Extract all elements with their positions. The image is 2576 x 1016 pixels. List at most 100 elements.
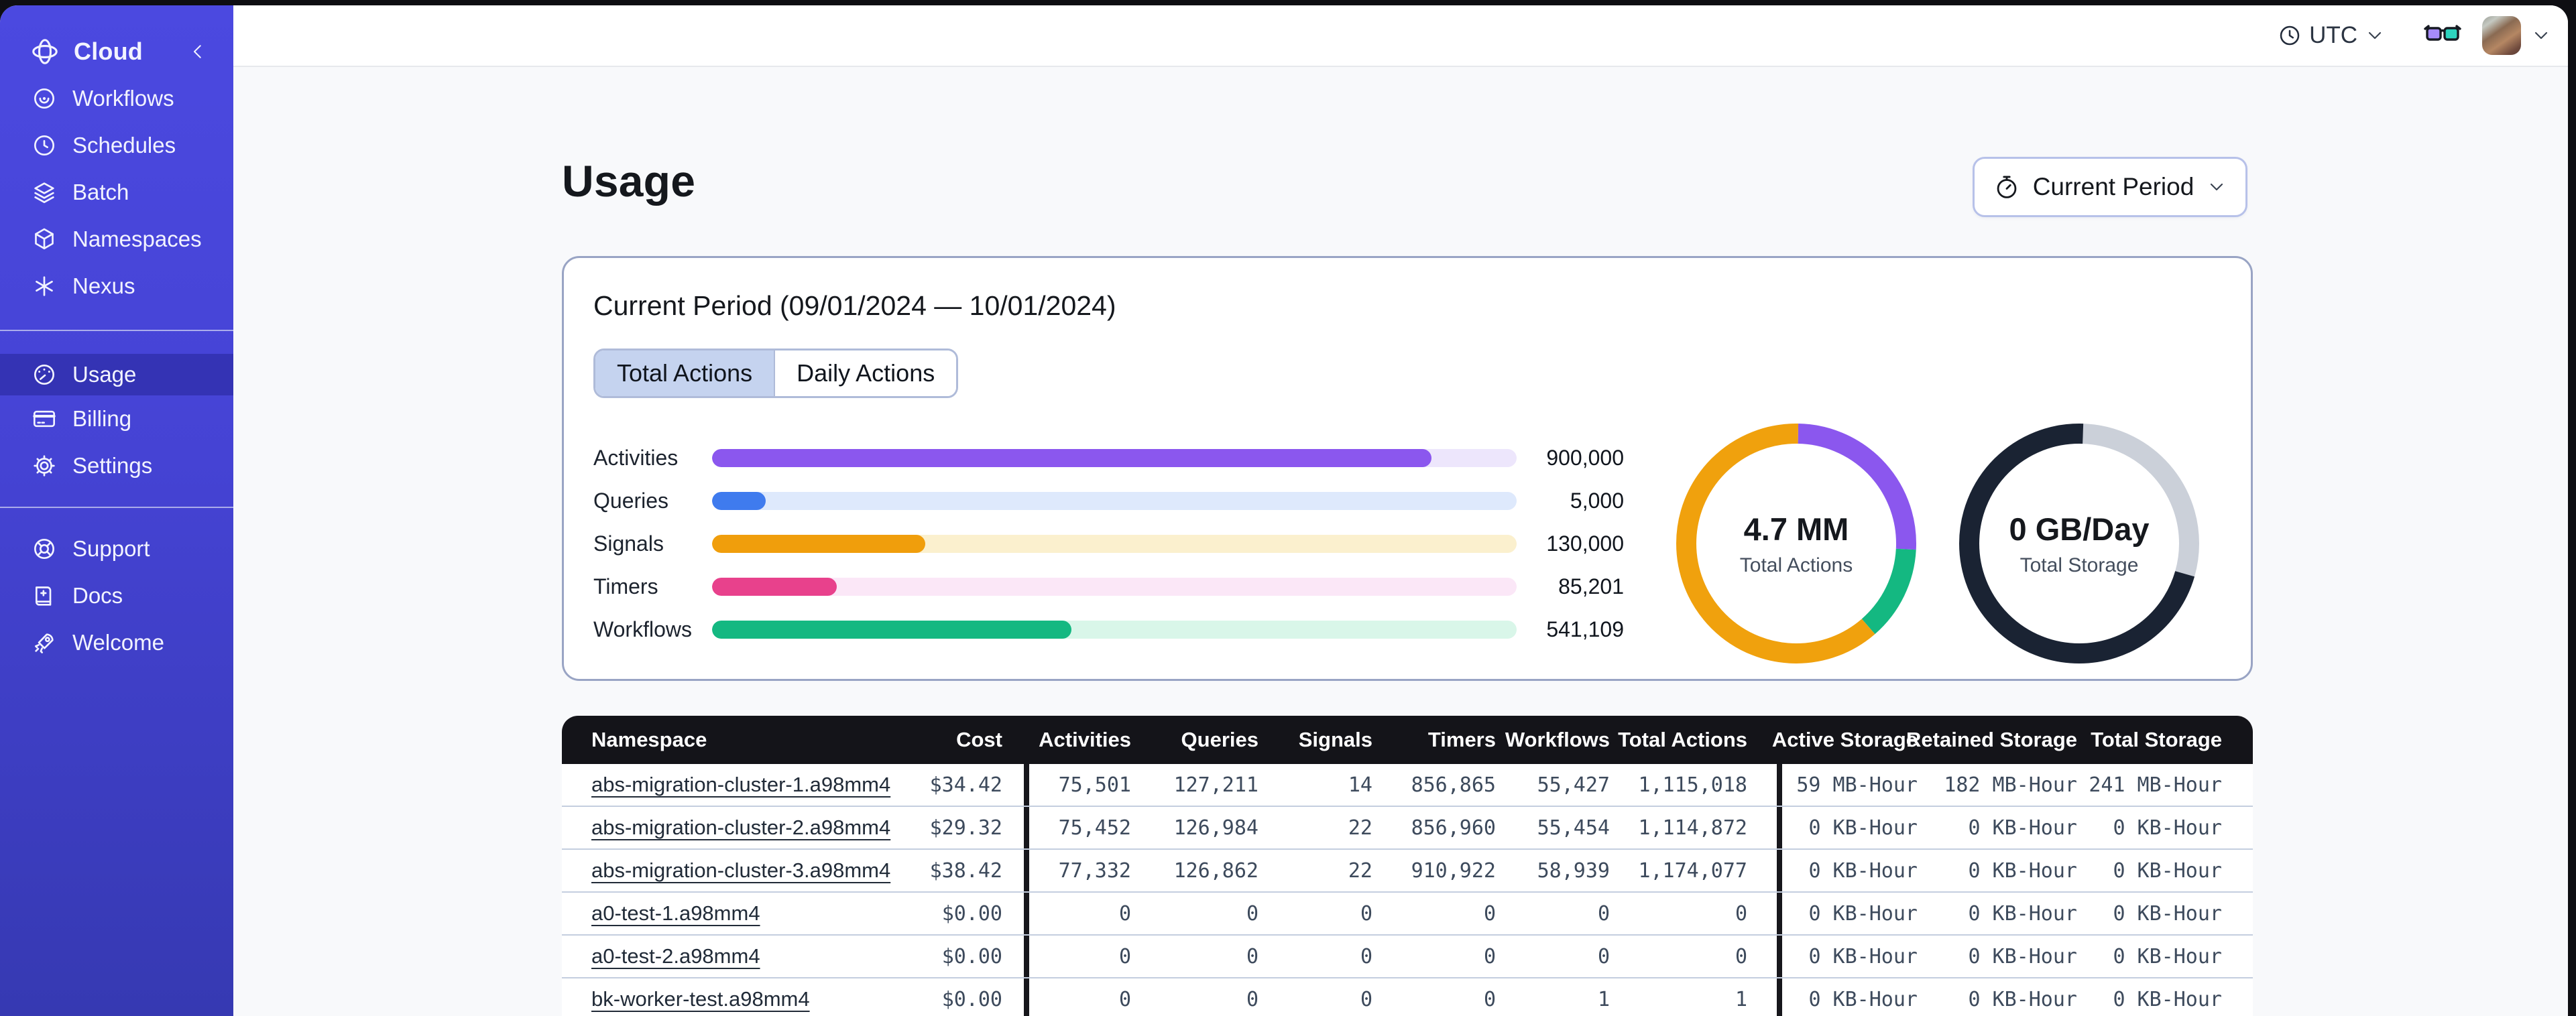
sidebar-item-namespaces[interactable]: Namespaces (0, 216, 233, 263)
value-cell: 55,427 (1537, 773, 1610, 797)
value-cell: 241 MB-Hour (2089, 773, 2222, 797)
value-cell: 0 KB-Hour (1777, 850, 1918, 891)
bar-fill (712, 620, 1072, 639)
column-header-signals: Signals (1298, 728, 1372, 751)
namespace-link[interactable]: a0-test-2.a98mm4 (591, 944, 760, 968)
tab-daily-actions[interactable]: Daily Actions (774, 351, 957, 396)
sidebar-item-welcome[interactable]: Welcome (0, 619, 233, 666)
value-cell: $38.42 (929, 859, 1002, 883)
table-row: a0-test-1.a98mm4 $0.00 0 0 0 0 0 0 0 KB-Hour 0 KB… (562, 893, 2253, 936)
table-row: bk-worker-test.a98mm4 $0.00 0 0 0 0 1 1 0 KB-Hou… (562, 978, 2253, 1016)
bar-track (712, 577, 1517, 596)
value-cell: 856,960 (1411, 816, 1496, 840)
column-header-workflows: Workflows (1505, 728, 1610, 751)
column-header-namespace: Namespace (591, 728, 707, 751)
value-cell: 0 (1246, 987, 1258, 1011)
workflows-icon (31, 85, 58, 112)
settings-icon (31, 452, 58, 479)
bar-track (712, 620, 1517, 639)
actions-bar-chart: Activities 900,000 Queries 5,000 Signals 130,… (593, 436, 1624, 651)
value-cell: 1 (1735, 987, 1747, 1011)
sidebar-item-billing[interactable]: Billing (0, 395, 233, 442)
support-icon (31, 535, 58, 562)
sidebar-nav-footer: Support Docs Welcome (0, 525, 233, 666)
sidebar-item-usage[interactable]: Usage (0, 354, 233, 395)
tab-total-actions[interactable]: Total Actions (595, 351, 774, 396)
sidebar-item-schedules[interactable]: Schedules (0, 122, 233, 169)
sidebar-item-docs[interactable]: Docs (0, 572, 233, 619)
namespace-link[interactable]: bk-worker-test.a98mm4 (591, 987, 810, 1011)
namespace-link[interactable]: abs-migration-cluster-1.a98mm4 (591, 773, 890, 797)
value-cell: 126,862 (1173, 859, 1258, 883)
sidebar-item-label: Schedules (72, 133, 176, 157)
user-avatar[interactable] (2482, 16, 2521, 55)
period-selector-button[interactable]: Current Period (1973, 157, 2247, 217)
timezone-selector[interactable]: UTC (2277, 22, 2386, 49)
total-actions-donut: 4.7 MM Total Actions (1676, 424, 1916, 663)
bar-fill (712, 577, 837, 596)
namespace-link[interactable]: abs-migration-cluster-3.a98mm4 (591, 859, 890, 883)
billing-icon (31, 405, 58, 432)
value-cell: 0 (1483, 987, 1496, 1011)
sidebar-item-settings[interactable]: Settings (0, 442, 233, 489)
sidebar-item-label: Workflows (72, 86, 174, 111)
value-cell: 22 (1348, 816, 1372, 840)
sidebar-item-label: Batch (72, 180, 129, 204)
value-cell: 0 (1735, 944, 1747, 968)
value-cell: 0 (1483, 944, 1496, 968)
namespace-link[interactable]: abs-migration-cluster-2.a98mm4 (591, 816, 890, 840)
value-cell: 0 KB-Hour (2113, 859, 2222, 883)
bar-row-timers: Timers 85,201 (593, 565, 1624, 608)
namespace-cell: abs-migration-cluster-3.a98mm4 (562, 850, 897, 891)
table-body: abs-migration-cluster-1.a98mm4 $34.42 75,5… (562, 764, 2253, 1016)
sidebar-item-nexus[interactable]: Nexus (0, 263, 233, 310)
bar-value: 5,000 (1570, 488, 1624, 513)
value-cell: 0 KB-Hour (1777, 893, 1918, 934)
brand-label: Cloud (74, 38, 143, 65)
namespace-link[interactable]: a0-test-1.a98mm4 (591, 901, 760, 926)
value-cell: 77,332 (1024, 850, 1131, 891)
sidebar-item-workflows[interactable]: Workflows (0, 75, 233, 122)
clock-icon (2277, 23, 2302, 48)
value-cell: 127,211 (1173, 773, 1258, 797)
total-storage-donut: 0 GB/Day Total Storage (1959, 424, 2199, 663)
bar-label: Timers (593, 574, 658, 598)
bar-value: 541,109 (1546, 617, 1624, 641)
value-cell: 75,452 (1024, 807, 1131, 848)
main-content: Usage Current Period Current Period (09/… (233, 68, 2568, 1016)
sidebar-item-label: Settings (72, 453, 153, 478)
sidebar-item-support[interactable]: Support (0, 525, 233, 572)
value-cell: $0.00 (941, 987, 1002, 1011)
user-menu-chevron-down-icon[interactable] (2530, 25, 2552, 46)
usage-charts: Activities 900,000 Queries 5,000 Signals 130,… (593, 424, 2221, 663)
value-cell: 910,922 (1411, 859, 1496, 883)
bar-track (712, 534, 1517, 553)
value-cell: 0 (1597, 901, 1610, 926)
table-row: abs-migration-cluster-3.a98mm4 $38.42 77,3… (562, 850, 2253, 893)
sidebar-item-label: Usage (72, 362, 137, 387)
value-cell: 59 MB-Hour (1777, 764, 1918, 806)
sidebar-item-label: Billing (72, 406, 132, 431)
value-cell: 0 (1360, 901, 1372, 926)
column-header-total-actions: Total Actions (1618, 728, 1747, 751)
value-cell: 0 KB-Hour (1777, 978, 1918, 1016)
table-row: abs-migration-cluster-1.a98mm4 $34.42 75,5… (562, 764, 2253, 807)
value-cell: 14 (1348, 773, 1372, 797)
value-cell: 0 KB-Hour (1777, 807, 1918, 848)
sidebar-item-batch[interactable]: Batch (0, 169, 233, 216)
value-cell: 0 (1246, 944, 1258, 968)
value-cell: 0 KB-Hour (2113, 987, 2222, 1011)
timezone-label: UTC (2309, 22, 2357, 48)
page-title: Usage (562, 156, 696, 206)
namespace-cell: a0-test-2.a98mm4 (562, 936, 897, 977)
total-actions-label: Total Actions (1739, 554, 1853, 576)
value-cell: 1,114,872 (1638, 816, 1747, 840)
bar-value: 85,201 (1558, 574, 1624, 598)
app-window: Cloud Workflows Schedules Batch Namespaces N… (0, 5, 2568, 1016)
sidebar-divider (0, 330, 233, 331)
glasses-icon[interactable] (2423, 22, 2462, 49)
column-header-activities: Activities (1039, 728, 1131, 751)
bar-fill (712, 491, 766, 510)
sidebar-collapse-button[interactable] (188, 42, 208, 62)
bar-fill (712, 448, 1431, 467)
